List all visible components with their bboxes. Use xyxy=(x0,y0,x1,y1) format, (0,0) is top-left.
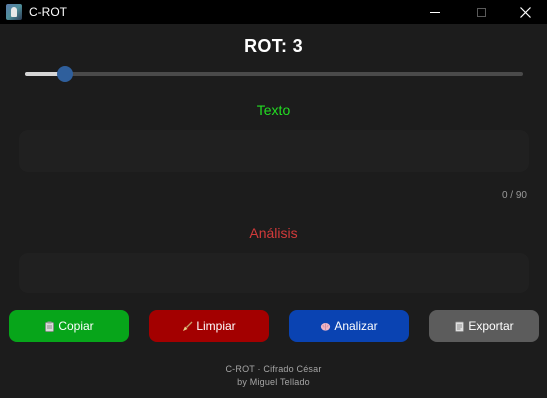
texto-label: Texto xyxy=(256,102,291,118)
analisis-output[interactable] xyxy=(19,253,529,293)
slider-track[interactable] xyxy=(25,72,523,76)
copy-button[interactable]: Copiar xyxy=(9,310,129,342)
rot-title: ROT: 3 xyxy=(244,36,303,56)
texto-input[interactable] xyxy=(19,130,529,172)
slider-thumb[interactable] xyxy=(57,66,73,82)
rot-slider[interactable] xyxy=(25,64,523,84)
app-icon xyxy=(6,4,22,20)
copy-button-label: Copiar xyxy=(58,319,94,333)
maximize-button[interactable] xyxy=(458,0,504,24)
footer-app-name: C-ROT · Cifrado César xyxy=(225,364,322,374)
title-bar: C-ROT xyxy=(0,0,547,24)
export-button[interactable]: Exportar xyxy=(429,310,539,342)
clear-button-label: Limpiar xyxy=(196,319,236,333)
export-button-label: Exportar xyxy=(468,319,514,333)
broom-icon xyxy=(182,321,193,332)
minimize-icon xyxy=(430,11,440,13)
maximize-icon xyxy=(476,7,486,17)
close-button[interactable] xyxy=(502,0,547,24)
analyze-button[interactable]: Analizar xyxy=(289,310,409,342)
app-window: C-ROT ROT: 3 Texto 0 / 90 Análisis Copia… xyxy=(0,0,547,398)
analisis-label: Análisis xyxy=(249,225,298,241)
clear-button[interactable]: Limpiar xyxy=(149,310,269,342)
document-icon xyxy=(454,321,465,332)
clipboard-icon xyxy=(44,321,55,332)
analyze-button-label: Analizar xyxy=(334,319,378,333)
window-title: C-ROT xyxy=(29,5,67,19)
close-icon xyxy=(519,6,531,18)
footer-author: by Miguel Tellado xyxy=(237,377,310,387)
char-counter: 0 / 90 xyxy=(501,190,527,201)
brain-icon xyxy=(320,321,331,332)
minimize-button[interactable] xyxy=(412,0,458,24)
